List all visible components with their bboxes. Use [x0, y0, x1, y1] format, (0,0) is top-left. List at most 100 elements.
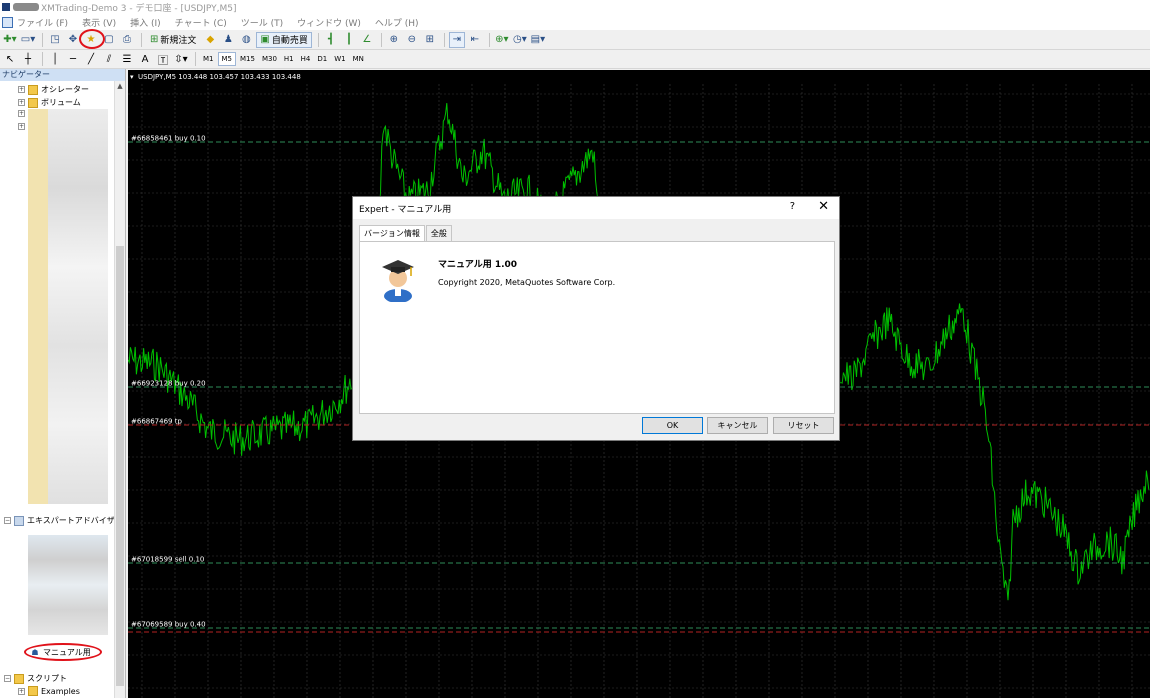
expand-icon[interactable]: + [18, 86, 25, 93]
signals-icon[interactable]: ♟ [220, 32, 236, 48]
nav-item-scripts[interactable]: − スクリプト [4, 673, 67, 684]
nav-item-redacted[interactable]: + [18, 123, 28, 130]
redacted-account-name [13, 3, 39, 11]
market-watch-icon[interactable]: ◳ [47, 32, 63, 48]
horizontal-line-icon[interactable]: ─ [65, 51, 81, 67]
order-label: #67018599 sell 0.10 [131, 556, 204, 564]
zoom-out-icon[interactable]: ⊖ [404, 32, 420, 48]
nav-item-redacted[interactable]: + [18, 110, 28, 117]
nav-item-label: スクリプト [27, 674, 67, 683]
metaeditor-icon[interactable]: ◆ [202, 32, 218, 48]
auto-trading-label: 自動売買 [271, 36, 308, 46]
collapse-icon[interactable]: − [4, 517, 11, 524]
navigator-title: ナビゲーター [0, 69, 125, 81]
auto-trading-button[interactable]: ▣ 自動売買 [256, 31, 312, 48]
channel-icon[interactable]: ⫽ [101, 51, 117, 67]
cancel-button[interactable]: キャンセル [707, 417, 768, 434]
bar-chart-icon[interactable]: ┫ [323, 32, 339, 48]
toolbar-separator [317, 32, 319, 47]
order-label: #66867469 tp [131, 418, 182, 426]
dialog-title-bar: Expert - マニュアル用 ? ✕ [353, 197, 839, 219]
line-studies-toolbar: ↖ ┼ │ ─ ╱ ⫽ ☰ A 🅃 ⇳▾ M1 M5 M15 M30 H1 H4… [0, 50, 1150, 69]
menu-window[interactable]: ウィンドウ (W) [297, 16, 361, 29]
indicators-icon[interactable]: ⊕▾ [494, 32, 510, 48]
timeframe-m30[interactable]: M30 [259, 52, 280, 66]
nav-item-oscillators[interactable]: + オシレーター [18, 84, 89, 95]
close-button[interactable]: ✕ [818, 199, 829, 214]
toolbar-separator [380, 32, 382, 47]
market-icon[interactable]: ◍ [238, 32, 254, 48]
terminal-icon[interactable]: ▢ [101, 32, 117, 48]
title-bar: XMTrading-Demo 3 - デモ口座 - [USDJPY,M5] [0, 0, 1150, 14]
auto-trading-icon: ▣ [260, 34, 270, 45]
zoom-in-icon[interactable]: ⊕ [386, 32, 402, 48]
menu-file[interactable]: ファイル (F) [17, 16, 68, 29]
nav-item-volume[interactable]: + ボリューム [18, 97, 81, 108]
crosshair-icon[interactable]: ┼ [20, 51, 36, 67]
order-label: #66858461 buy 0.10 [131, 135, 206, 143]
nav-item-expert-advisors[interactable]: − エキスパートアドバイザ [4, 515, 115, 526]
timeframe-m15[interactable]: M15 [237, 52, 258, 66]
scroll-up-icon[interactable]: ▲ [115, 81, 125, 92]
new-chart-icon[interactable]: ✚▾ [2, 32, 18, 48]
line-chart-icon[interactable]: ∠ [359, 32, 375, 48]
expand-icon[interactable]: + [18, 123, 25, 130]
ok-button[interactable]: OK [642, 417, 703, 434]
collapse-icon[interactable]: − [4, 675, 11, 682]
menu-charts[interactable]: チャート (C) [175, 16, 227, 29]
timeframe-h1[interactable]: H1 [281, 52, 297, 66]
periods-icon[interactable]: ◷▾ [512, 32, 528, 48]
vertical-line-icon[interactable]: │ [47, 51, 63, 67]
chart-shift-icon[interactable]: ⇤ [467, 32, 483, 48]
navigator-scrollbar[interactable]: ▲ [114, 81, 125, 698]
tile-windows-icon[interactable]: ⊞ [422, 32, 438, 48]
templates-icon[interactable]: ▤▾ [530, 32, 546, 48]
menu-view[interactable]: 表示 (V) [82, 16, 116, 29]
child-window-icon[interactable] [2, 16, 13, 28]
order-label: #67069589 buy 0.40 [131, 621, 206, 629]
timeframe-mn[interactable]: MN [350, 52, 367, 66]
script-folder-icon [14, 673, 24, 684]
text-label-icon[interactable]: 🅃 [155, 51, 171, 67]
graduate-expert-icon [382, 260, 414, 302]
nav-item-examples[interactable]: + Examples [18, 686, 80, 696]
timeframe-h4[interactable]: H4 [298, 52, 314, 66]
menu-bar: ファイル (F) 表示 (V) 挿入 (I) チャート (C) ツール (T) … [0, 14, 1150, 30]
navigator-icon[interactable]: ★ [79, 28, 105, 49]
timeframe-w1[interactable]: W1 [331, 52, 348, 66]
arrows-icon[interactable]: ⇳▾ [173, 51, 189, 67]
tab-common[interactable]: 全般 [425, 225, 452, 241]
scrollbar-thumb[interactable] [116, 246, 124, 686]
highlight-ellipse [24, 643, 102, 661]
expand-icon[interactable]: + [18, 99, 25, 106]
new-order-icon: ⊞ [150, 34, 159, 45]
auto-scroll-icon[interactable]: ⇥ [448, 31, 465, 48]
profiles-icon[interactable]: ▭▾ [20, 32, 36, 48]
nav-item-label: ボリューム [41, 98, 81, 107]
text-tool-icon[interactable]: A [137, 51, 153, 67]
strategy-tester-icon[interactable]: ⎙ [119, 32, 135, 48]
candlestick-icon[interactable]: ┃ [341, 32, 357, 48]
new-order-button[interactable]: ⊞ 新規注文 [146, 32, 200, 48]
reset-button[interactable]: リセット [773, 417, 834, 434]
trendline-icon[interactable]: ╱ [83, 51, 99, 67]
nav-item-label: エキスパートアドバイザ [27, 516, 115, 525]
menu-tools[interactable]: ツール (T) [241, 16, 283, 29]
timeframe-d1[interactable]: D1 [314, 52, 330, 66]
standard-toolbar: ✚▾ ▭▾ ◳ ✥ ★ ▢ ⎙ ⊞ 新規注文 ◆ ♟ ◍ ▣ 自動売買 ┫ ┃ … [0, 28, 1150, 50]
toolbar-separator [42, 32, 43, 47]
timeframe-m1[interactable]: M1 [200, 52, 217, 66]
menu-insert[interactable]: 挿入 (I) [130, 16, 161, 29]
cursor-icon[interactable]: ↖ [2, 51, 18, 67]
menu-help[interactable]: ヘルプ (H) [375, 16, 419, 29]
expand-icon[interactable]: + [18, 110, 25, 117]
order-label: #66923128 buy 0.20 [131, 380, 206, 388]
expand-icon[interactable]: + [18, 687, 25, 695]
mt4-terminal-window: XMTrading-Demo 3 - デモ口座 - [USDJPY,M5] ファ… [0, 0, 1150, 698]
tab-about[interactable]: バージョン情報 [359, 225, 425, 242]
timeframe-m5[interactable]: M5 [217, 52, 236, 66]
app-icon [2, 3, 10, 11]
redacted-tree-area [48, 109, 108, 504]
help-button[interactable]: ? [790, 201, 795, 212]
fibonacci-icon[interactable]: ☰ [119, 51, 135, 67]
